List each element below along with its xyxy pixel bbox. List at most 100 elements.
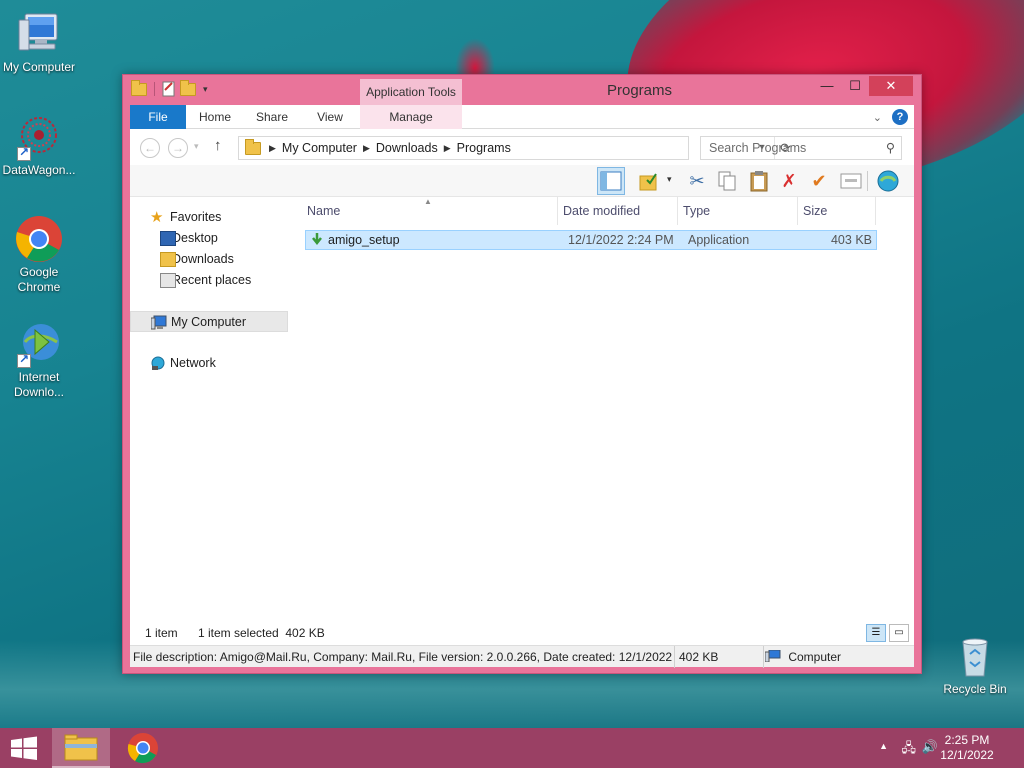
desktop-icon-label: Recycle Bin <box>943 682 1007 696</box>
details-location: Computer <box>765 646 915 668</box>
recycle-bin-icon <box>951 632 999 680</box>
tab-share[interactable]: Share <box>247 105 297 129</box>
column-date-modified[interactable]: Date modified <box>558 197 678 225</box>
forward-button[interactable]: → <box>168 138 188 158</box>
nav-desktop-label: Desktop <box>172 231 218 245</box>
chevron-down-icon[interactable]: ▾ <box>667 174 672 185</box>
taskbar-file-explorer[interactable] <box>52 728 110 768</box>
breadcrumb-separator[interactable]: ▶ <box>363 143 370 154</box>
window-titlebar[interactable]: ▾ Application Tools Programs — ☐ ✕ <box>123 75 921 105</box>
toolbar-divider <box>867 171 868 191</box>
expand-ribbon-icon[interactable]: ⌄ <box>873 111 882 124</box>
delete-icon[interactable]: ✗ <box>775 167 803 195</box>
address-bar[interactable]: ▶ My Computer ▶ Downloads ▶ Programs ▾ ⟳ <box>238 136 791 160</box>
minimize-button[interactable]: — <box>813 76 841 96</box>
clock-time: 2:25 PM <box>944 733 990 747</box>
network-globe-icon[interactable] <box>874 167 902 195</box>
explorer-window: ▾ Application Tools Programs — ☐ ✕ File … <box>122 74 922 674</box>
nav-downloads[interactable]: Downloads <box>130 249 288 270</box>
installer-icon <box>310 232 324 251</box>
close-button[interactable]: ✕ <box>869 76 913 96</box>
file-description: File description: Amigo@Mail.Ru, Company… <box>130 646 675 668</box>
file-size: 403 KB <box>830 233 872 247</box>
nav-recent-places-label: Recent places <box>172 273 252 287</box>
file-date: 12/1/2022 2:24 PM <box>568 233 674 247</box>
shortcut-arrow-icon <box>17 145 31 161</box>
folder-icon <box>245 138 261 155</box>
content-area: ★ Favorites Desktop Downloads Recent pla… <box>130 197 914 621</box>
breadcrumb-programs[interactable]: Programs <box>457 141 511 155</box>
column-name-label: Name <box>307 204 341 218</box>
nav-my-computer-label: My Computer <box>171 315 247 329</box>
star-icon: ★ <box>150 209 164 226</box>
selection-info: 1 item selected 402 KB <box>198 626 325 640</box>
select-folder-icon[interactable] <box>635 167 663 195</box>
recent-places-icon <box>160 273 176 288</box>
computer-icon <box>150 315 167 330</box>
desktop-icon-label: Google Chrome <box>17 265 61 294</box>
up-button[interactable]: ↑ <box>214 137 222 154</box>
desktop-icon <box>160 231 176 246</box>
details-bar: File description: Amigo@Mail.Ru, Company… <box>130 645 915 668</box>
navigation-row: ← → ▾ ↑ ▶ My Computer ▶ Downloads ▶ Prog… <box>130 129 914 165</box>
search-input[interactable]: Search Programs ⚲ <box>700 136 902 160</box>
downloads-folder-icon <box>160 252 176 267</box>
rename-icon[interactable]: ✔ <box>805 167 833 195</box>
network-icon <box>150 356 166 371</box>
clock-date: 12/1/2022 <box>940 748 994 762</box>
desktop-icon-datawagon[interactable]: DataWagon... <box>0 113 78 178</box>
preview-pane-button[interactable] <box>597 167 625 195</box>
nav-recent-places[interactable]: Recent places <box>130 270 288 291</box>
desktop-icon-label: Internet Downlo... <box>13 370 65 399</box>
shortcut-arrow-icon <box>17 352 31 368</box>
nav-network-label: Network <box>170 356 216 370</box>
tab-manage[interactable]: Manage <box>360 105 462 129</box>
command-toolbar: ▾ ✂ ✗ ✔ <box>130 165 914 197</box>
tab-home[interactable]: Home <box>190 105 240 129</box>
computer-icon <box>15 10 63 58</box>
paste-icon[interactable] <box>745 167 773 195</box>
copy-icon[interactable] <box>713 167 741 195</box>
breadcrumb-separator: ▶ <box>269 142 276 153</box>
tab-view[interactable]: View <box>305 105 355 129</box>
breadcrumb-downloads[interactable]: Downloads <box>376 141 438 155</box>
sort-up-icon: ▲ <box>424 197 432 206</box>
cut-icon[interactable]: ✂ <box>683 167 711 195</box>
taskbar: ▲ 🖧 🔊 2:25 PM 12/1/2022 <box>0 728 1024 768</box>
desktop-icon-google-chrome[interactable]: Google Chrome <box>0 215 78 295</box>
show-hidden-icons-button[interactable]: ▲ <box>879 741 888 751</box>
taskbar-chrome[interactable] <box>114 728 172 768</box>
help-button[interactable]: ? <box>892 109 908 125</box>
breadcrumb-my-computer[interactable]: My Computer <box>282 141 357 155</box>
nav-favorites[interactable]: ★ Favorites <box>130 207 288 228</box>
desktop-icon-recycle-bin[interactable]: Recycle Bin <box>936 632 1014 697</box>
column-name[interactable]: ▲ Name <box>302 197 558 225</box>
internet-download-manager-icon <box>15 320 63 368</box>
desktop-icon-label: My Computer <box>2 60 76 74</box>
start-button[interactable] <box>0 728 48 768</box>
maximize-button[interactable]: ☐ <box>841 76 869 96</box>
back-button[interactable]: ← <box>140 138 160 158</box>
large-icons-view-button[interactable]: ▭ <box>889 624 909 642</box>
search-placeholder: Search Programs <box>709 141 807 155</box>
computer-icon <box>765 647 781 663</box>
network-status-icon[interactable]: 🖧 <box>902 739 917 761</box>
status-bar: 1 item 1 item selected 402 KB ☰ ▭ <box>130 621 914 645</box>
tab-file[interactable]: File <box>130 105 186 129</box>
file-name: amigo_setup <box>328 233 400 247</box>
breadcrumb-separator[interactable]: ▶ <box>444 143 451 154</box>
file-type: Application <box>688 233 750 247</box>
clock[interactable]: 2:25 PM 12/1/2022 <box>932 733 1002 763</box>
nav-desktop[interactable]: Desktop <box>130 228 288 249</box>
column-type[interactable]: Type <box>678 197 798 225</box>
details-view-button[interactable]: ☰ <box>866 624 886 642</box>
nav-my-computer[interactable]: My Computer <box>130 311 288 332</box>
desktop-icon-my-computer[interactable]: My Computer <box>0 10 78 75</box>
desktop-icon-internet-download[interactable]: Internet Downlo... <box>0 320 78 400</box>
file-row[interactable]: amigo_setup 12/1/2022 2:24 PM Applicatio… <box>305 230 877 250</box>
nav-network[interactable]: Network <box>130 353 288 374</box>
properties-icon[interactable] <box>837 167 865 195</box>
column-size[interactable]: Size <box>798 197 876 225</box>
datawagon-icon <box>15 113 63 161</box>
recent-locations-icon[interactable]: ▾ <box>194 141 199 152</box>
